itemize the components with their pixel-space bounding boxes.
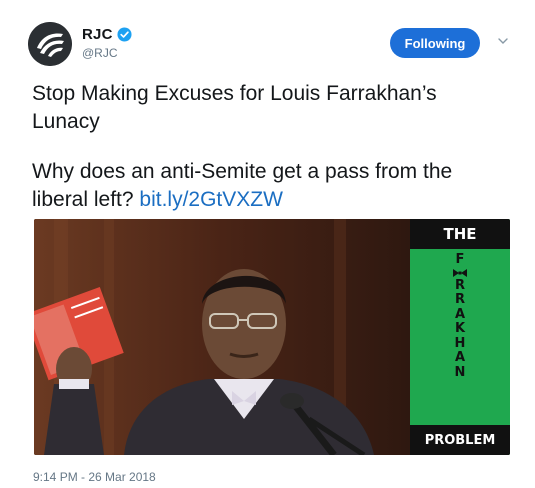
tweet-link[interactable]: bit.ly/2GtVXZW — [139, 188, 283, 211]
speaker-photo — [34, 219, 410, 455]
author-display-name[interactable]: RJC — [82, 26, 113, 43]
author-handle[interactable]: @RJC — [82, 46, 118, 60]
verified-badge-icon — [117, 27, 132, 42]
bowtie-icon — [453, 268, 467, 277]
author-name-row: RJC — [82, 26, 132, 43]
cover-letter: R — [454, 277, 465, 293]
cover-title-top: THE — [410, 219, 510, 249]
cover-title-bottom: PROBLEM — [410, 425, 510, 455]
avatar[interactable] — [28, 22, 72, 66]
tweet-media-card[interactable]: THE F R R A K H A N PROBLEM — [34, 219, 510, 455]
chevron-down-icon[interactable] — [496, 34, 510, 48]
cover-letter: F — [455, 252, 465, 267]
rjc-logo-icon — [28, 22, 72, 66]
cover-letter: K — [454, 321, 466, 336]
tweet-timestamp[interactable]: 9:14 PM - 26 Mar 2018 — [33, 470, 156, 484]
tweet-body: Why does an anti-Semite get a pass from … — [32, 158, 510, 214]
tweet-headline: Stop Making Excuses for Louis Farrakhan’… — [32, 82, 437, 133]
tweet-text: Stop Making Excuses for Louis Farrakhan’… — [32, 80, 510, 214]
book-cover: THE F R R A K H A N PROBLEM — [410, 219, 510, 455]
cover-letter: A — [454, 306, 466, 322]
cover-letters: F R R A K H A N — [410, 252, 510, 423]
cover-letter: R — [454, 292, 465, 307]
following-button[interactable]: Following — [390, 28, 480, 58]
cover-letter: A — [454, 350, 466, 365]
tweet-header: RJC @RJC Following — [28, 22, 518, 70]
cover-letter: H — [454, 335, 466, 351]
cover-letter: N — [454, 364, 466, 380]
